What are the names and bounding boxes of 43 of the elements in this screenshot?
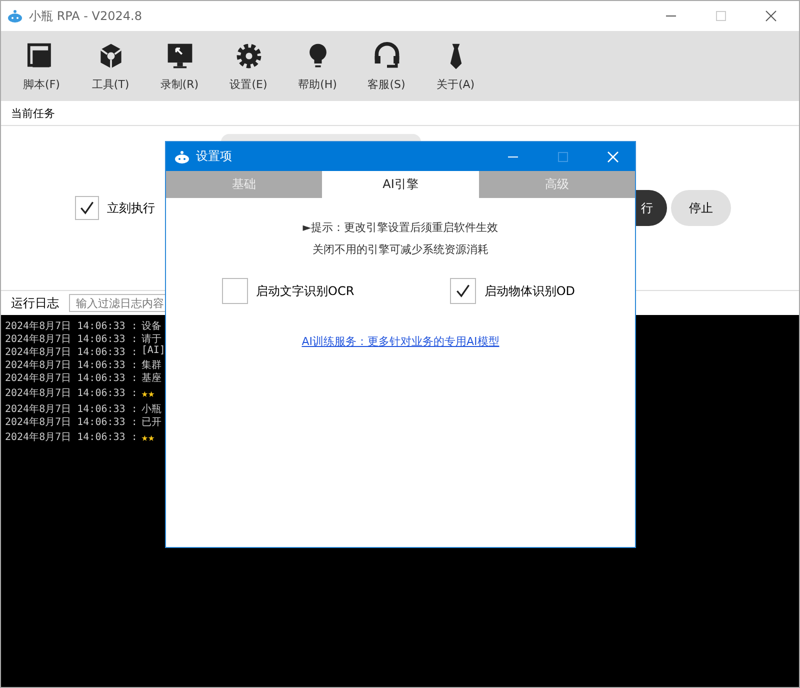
- stop-button[interactable]: 停止: [671, 190, 731, 226]
- checkbox[interactable]: [75, 196, 99, 220]
- toolbar-button[interactable]: 帮助(H): [283, 40, 352, 92]
- checkbox-label: 启动文字识别OCR: [256, 282, 354, 300]
- log-message: 基座: [141, 372, 162, 384]
- dialog-title: 设置项: [196, 148, 232, 165]
- section-heading: 运行日志: [11, 294, 59, 312]
- log-message: ★★: [141, 430, 155, 444]
- section-heading: 当前任务: [11, 106, 55, 120]
- toolbar-button[interactable]: 关于(A): [421, 40, 490, 92]
- window-title: 小瓶 RPA - V2024.8: [29, 8, 142, 24]
- log-time: 2024年8月7日 14:06:33 :: [5, 403, 138, 415]
- ai-training-link[interactable]: AI训练服务：更多针对业务的专用AI模型: [302, 334, 500, 349]
- hint-text: ►提示：更改引擎设置后须重启软件生效: [302, 220, 498, 235]
- toolbar-button[interactable]: 脚本(F): [7, 40, 76, 92]
- log-time: 2024年8月7日 14:06:33 :: [5, 359, 138, 371]
- log-message: 设备: [141, 320, 162, 332]
- checkbox[interactable]: [222, 278, 248, 304]
- checkbox-label: 启动物体识别OD: [484, 282, 575, 300]
- log-time: 2024年8月7日 14:06:33 :: [5, 416, 138, 428]
- toolbar-button[interactable]: 工具(T): [76, 40, 145, 92]
- log-time: 2024年8月7日 14:06:33 :: [5, 431, 138, 444]
- log-time: 2024年8月7日 14:06:33 :: [5, 346, 138, 358]
- toolbar-button[interactable]: 客服(S): [352, 40, 421, 92]
- log-message: 集群: [141, 359, 162, 371]
- log-message: 请于: [141, 332, 162, 345]
- robot-logo-icon: [7, 9, 23, 23]
- log-message: [AI]: [141, 345, 166, 358]
- robot-logo-icon: [174, 150, 190, 164]
- log-message: ★★: [141, 386, 155, 400]
- log-time: 2024年8月7日 14:06:33 :: [5, 387, 138, 400]
- checkbox[interactable]: [450, 278, 476, 304]
- hint-text: 关闭不用的引擎可减少系统资源消耗: [312, 242, 488, 257]
- log-message: 小瓶: [141, 402, 162, 415]
- toolbar-button[interactable]: 录制(R): [145, 40, 214, 92]
- toolbar-button[interactable]: 设置(E): [214, 40, 283, 92]
- log-time: 2024年8月7日 14:06:33 :: [5, 372, 138, 384]
- log-message: 已开: [141, 416, 162, 428]
- log-time: 2024年8月7日 14:06:33 :: [5, 333, 138, 345]
- checkbox-label: 立刻执行: [107, 200, 155, 216]
- close-icon[interactable]: [765, 10, 777, 22]
- log-time: 2024年8月7日 14:06:33 :: [5, 320, 138, 332]
- tab[interactable]: AI引擎: [322, 171, 479, 198]
